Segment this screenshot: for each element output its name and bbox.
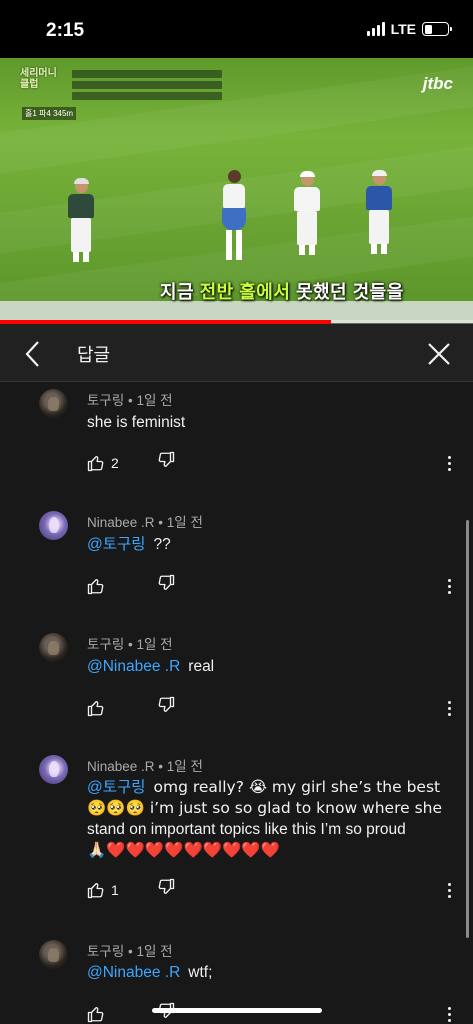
dislike-button[interactable] xyxy=(157,696,175,720)
chevron-left-icon xyxy=(25,341,39,367)
reply-author-meta[interactable]: 토구링 • 1일 전 xyxy=(87,389,173,409)
like-button[interactable] xyxy=(87,696,105,720)
more-options-button[interactable] xyxy=(441,696,457,720)
mention-link[interactable]: @Ninabee .R xyxy=(87,964,180,981)
avatar[interactable] xyxy=(39,633,68,662)
more-options-button[interactable] xyxy=(441,574,457,598)
mention-link[interactable]: @토구링 xyxy=(87,779,146,796)
reply-text: @Ninabee .R real xyxy=(87,658,215,675)
golfer-4 xyxy=(366,170,392,254)
dislike-button[interactable] xyxy=(157,1002,175,1024)
like-button[interactable]: 2 xyxy=(87,451,119,475)
avatar[interactable] xyxy=(39,511,68,540)
reply-author-meta[interactable]: 토구링 • 1일 전 xyxy=(87,940,173,960)
thumbs-down-icon xyxy=(158,878,175,895)
replies-list[interactable]: 토구링 • 1일 전 she is feminist 2 Ninabee .R … xyxy=(0,382,473,1024)
golfer-2 xyxy=(222,170,246,260)
thumbs-down-icon xyxy=(158,574,175,591)
home-indicator[interactable] xyxy=(152,1008,322,1013)
avatar[interactable] xyxy=(39,940,68,969)
reply-actions: 2 xyxy=(87,451,467,475)
status-bar: 2:15 LTE xyxy=(0,0,473,58)
reply-actions xyxy=(87,574,467,598)
panel-title: 답글 xyxy=(77,345,111,365)
thumbs-up-icon xyxy=(87,455,104,472)
show-logo: 세리머니 클럽 xyxy=(20,68,57,90)
video-caption: 지금 전반 홀에서 못했던 것들을 xyxy=(160,282,404,302)
status-indicators: LTE xyxy=(366,21,452,37)
like-button[interactable] xyxy=(87,1002,105,1024)
thumbs-up-icon xyxy=(87,1006,104,1023)
reply-author-meta[interactable]: 토구링 • 1일 전 xyxy=(87,633,173,653)
thumbs-up-icon xyxy=(87,700,104,717)
dislike-button[interactable] xyxy=(157,451,175,475)
mention-link[interactable]: @Ninabee .R xyxy=(87,658,180,675)
like-count: 1 xyxy=(111,882,119,898)
more-options-button[interactable] xyxy=(441,451,457,475)
reply-actions xyxy=(87,696,467,720)
thumbs-down-icon xyxy=(158,696,175,713)
thumbs-up-icon xyxy=(87,578,104,595)
avatar[interactable] xyxy=(39,755,68,784)
like-count: 2 xyxy=(111,455,119,471)
status-time: 2:15 xyxy=(46,20,85,41)
dislike-button[interactable] xyxy=(157,574,175,598)
avatar[interactable] xyxy=(39,389,68,418)
more-options-button[interactable] xyxy=(441,1002,457,1024)
replies-header: 답글 xyxy=(0,324,473,382)
cellular-signal-icon xyxy=(366,22,385,36)
channel-logo: jtbc xyxy=(422,74,453,93)
broadcast-info-strip xyxy=(72,70,222,102)
thumbs-up-icon xyxy=(87,882,104,899)
reply-text: she is feminist xyxy=(87,414,186,431)
mention-link[interactable]: @토구링 xyxy=(87,536,146,553)
golfer-1 xyxy=(68,178,94,262)
scrollbar[interactable] xyxy=(466,520,469,938)
like-button[interactable] xyxy=(87,574,105,598)
reply-actions: 1 xyxy=(87,878,467,902)
dislike-button[interactable] xyxy=(157,878,175,902)
reply-text: @토구링?? xyxy=(87,536,171,553)
golfer-3 xyxy=(294,171,320,255)
network-type: LTE xyxy=(390,21,416,37)
close-icon xyxy=(428,343,450,365)
reply-text: @토구링 omg really? 😭 my girl she’s the best… xyxy=(87,778,443,859)
back-button[interactable] xyxy=(18,339,48,369)
thumbs-down-icon xyxy=(158,451,175,468)
reply-text: @Ninabee .R wtf; xyxy=(87,964,213,981)
battery-icon xyxy=(422,22,452,36)
close-button[interactable] xyxy=(425,340,453,368)
reply-actions xyxy=(87,1002,467,1024)
video-player[interactable]: 세리머니 클럽 홀1 파4 345m jtbc 지금 전반 홀에서 못했던 것들… xyxy=(0,58,473,323)
more-options-button[interactable] xyxy=(441,878,457,902)
hole-tag: 홀1 파4 345m xyxy=(22,107,77,120)
reply-author-meta[interactable]: Ninabee .R • 1일 전 xyxy=(87,755,203,775)
reply-author-meta[interactable]: Ninabee .R • 1일 전 xyxy=(87,511,203,531)
like-button[interactable]: 1 xyxy=(87,878,119,902)
